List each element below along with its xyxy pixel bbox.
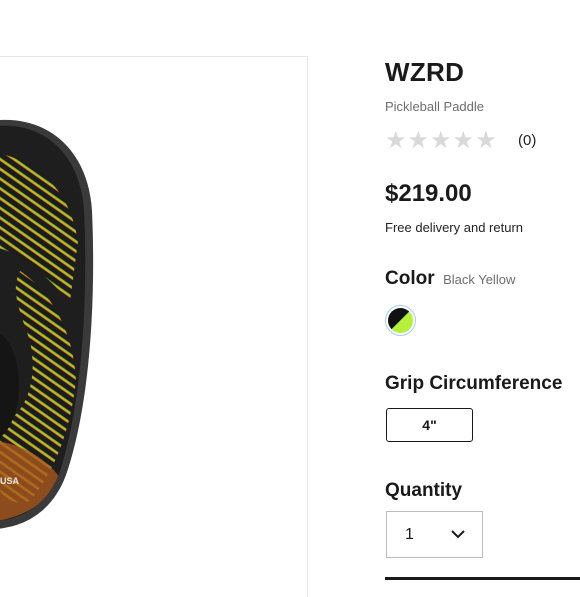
- star-icon: ★: [452, 127, 475, 154]
- rating-stars[interactable]: ★ ★ ★ ★ ★: [385, 129, 497, 153]
- product-category: Pickleball Paddle: [385, 99, 485, 114]
- quantity-select[interactable]: 1: [386, 511, 483, 558]
- product-title: WZRD: [385, 57, 465, 87]
- grip-label: Grip Circumference: [385, 373, 563, 394]
- quantity-value: 1: [405, 525, 414, 543]
- color-section: Color Black Yellow: [385, 268, 515, 290]
- swatch-fill: [388, 308, 413, 333]
- selected-color-name: Black Yellow: [443, 272, 516, 287]
- product-price: $219.00: [385, 180, 472, 207]
- star-icon: ★: [475, 127, 497, 154]
- paddle-logo-text: USA: [0, 476, 20, 486]
- color-swatch-black-yellow[interactable]: [385, 305, 416, 336]
- star-icon: ★: [430, 127, 452, 154]
- product-image-panel[interactable]: USA: [0, 56, 308, 597]
- star-icon: ★: [407, 127, 430, 154]
- paddle-image: USA: [0, 119, 94, 529]
- delivery-info: Free delivery and return: [385, 220, 524, 235]
- review-count-link[interactable]: (0): [518, 132, 536, 149]
- quantity-label: Quantity: [385, 480, 463, 501]
- color-label: Color: [385, 268, 435, 289]
- grip-option-4-inch[interactable]: 4": [386, 408, 473, 442]
- star-icon: ★: [385, 127, 407, 154]
- product-info: WZRD Pickleball Paddle ★ ★ ★ ★ ★ (0) $21…: [385, 0, 580, 580]
- chevron-down-icon: [451, 530, 465, 539]
